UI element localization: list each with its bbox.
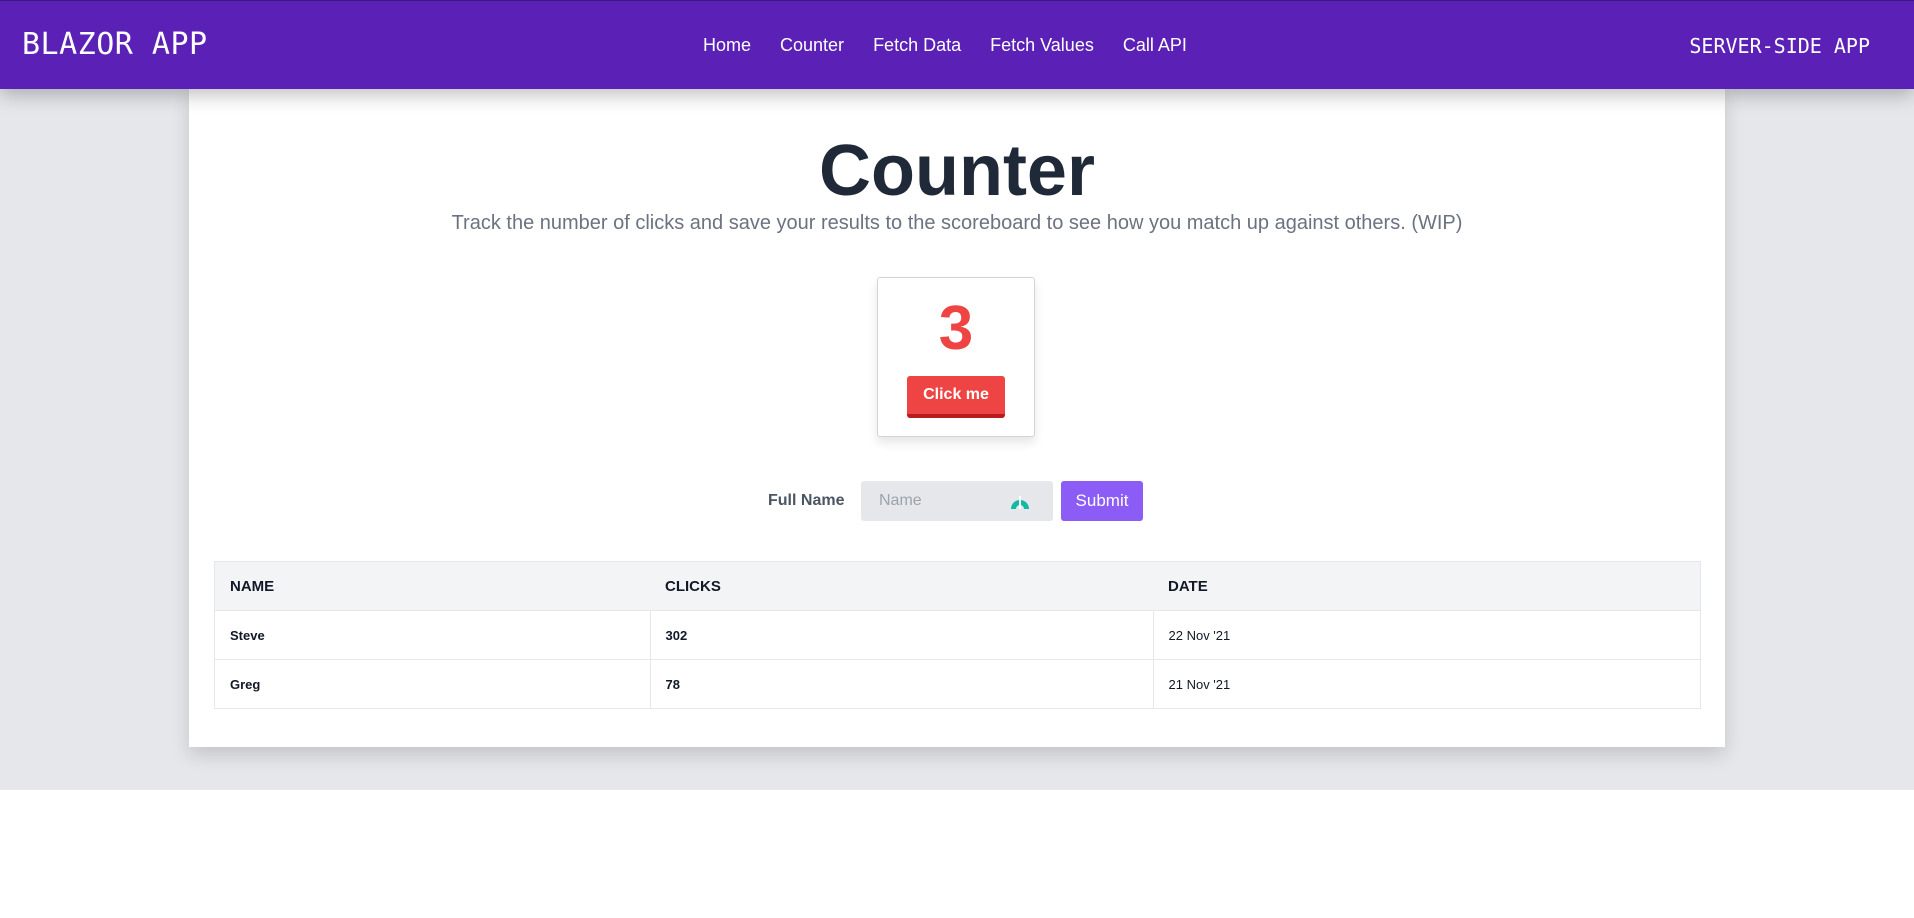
full-name-label: Full Name bbox=[768, 492, 845, 509]
row-date-cell: 22 Nov '21 bbox=[1152, 610, 1701, 660]
table-row: Greg 78 21 Nov '21 bbox=[214, 659, 1701, 709]
counter-panel: 3 Click me bbox=[877, 277, 1035, 437]
page-title: Counter bbox=[819, 131, 1095, 211]
top-navbar: BLAZOR APP Home Counter Fetch Data Fetch… bbox=[0, 0, 1914, 89]
row-clicks-cell: 78 bbox=[649, 659, 1153, 709]
password-manager-icon[interactable] bbox=[1009, 491, 1031, 511]
row-name-cell: Greg bbox=[214, 659, 650, 709]
column-header-date: DATE bbox=[1153, 561, 1701, 611]
column-header-name: NAME bbox=[214, 561, 650, 611]
nav-link-fetch-values[interactable]: Fetch Values bbox=[990, 34, 1094, 56]
table-row: Steve 302 22 Nov '21 bbox=[214, 610, 1701, 660]
nav-link-home[interactable]: Home bbox=[703, 34, 751, 56]
nav-links: Home Counter Fetch Data Fetch Values Cal… bbox=[703, 34, 1216, 56]
scoreboard-table: NAME CLICKS DATE Steve 302 22 Nov '21 Gr… bbox=[214, 561, 1701, 709]
app-mode-label: SERVER-SIDE APP bbox=[1689, 34, 1870, 58]
column-header-clicks: CLICKS bbox=[650, 561, 1153, 611]
nav-link-fetch-data[interactable]: Fetch Data bbox=[873, 34, 961, 56]
score-form: Full Name Submit bbox=[189, 481, 1725, 521]
brand-logo-link[interactable]: BLAZOR APP bbox=[22, 27, 208, 63]
row-name-cell: Steve bbox=[214, 610, 650, 660]
click-me-button[interactable]: Click me bbox=[907, 376, 1005, 418]
nav-link-counter[interactable]: Counter bbox=[780, 34, 844, 56]
page-subtitle: Track the number of clicks and save your… bbox=[451, 212, 1463, 234]
nav-link-call-api[interactable]: Call API bbox=[1123, 34, 1187, 56]
submit-button[interactable]: Submit bbox=[1061, 481, 1143, 521]
table-header-row: NAME CLICKS DATE bbox=[214, 561, 1701, 611]
main-card: Counter Track the number of clicks and s… bbox=[189, 89, 1725, 747]
row-date-cell: 21 Nov '21 bbox=[1152, 659, 1701, 709]
row-clicks-cell: 302 bbox=[649, 610, 1153, 660]
counter-value: 3 bbox=[938, 294, 974, 363]
